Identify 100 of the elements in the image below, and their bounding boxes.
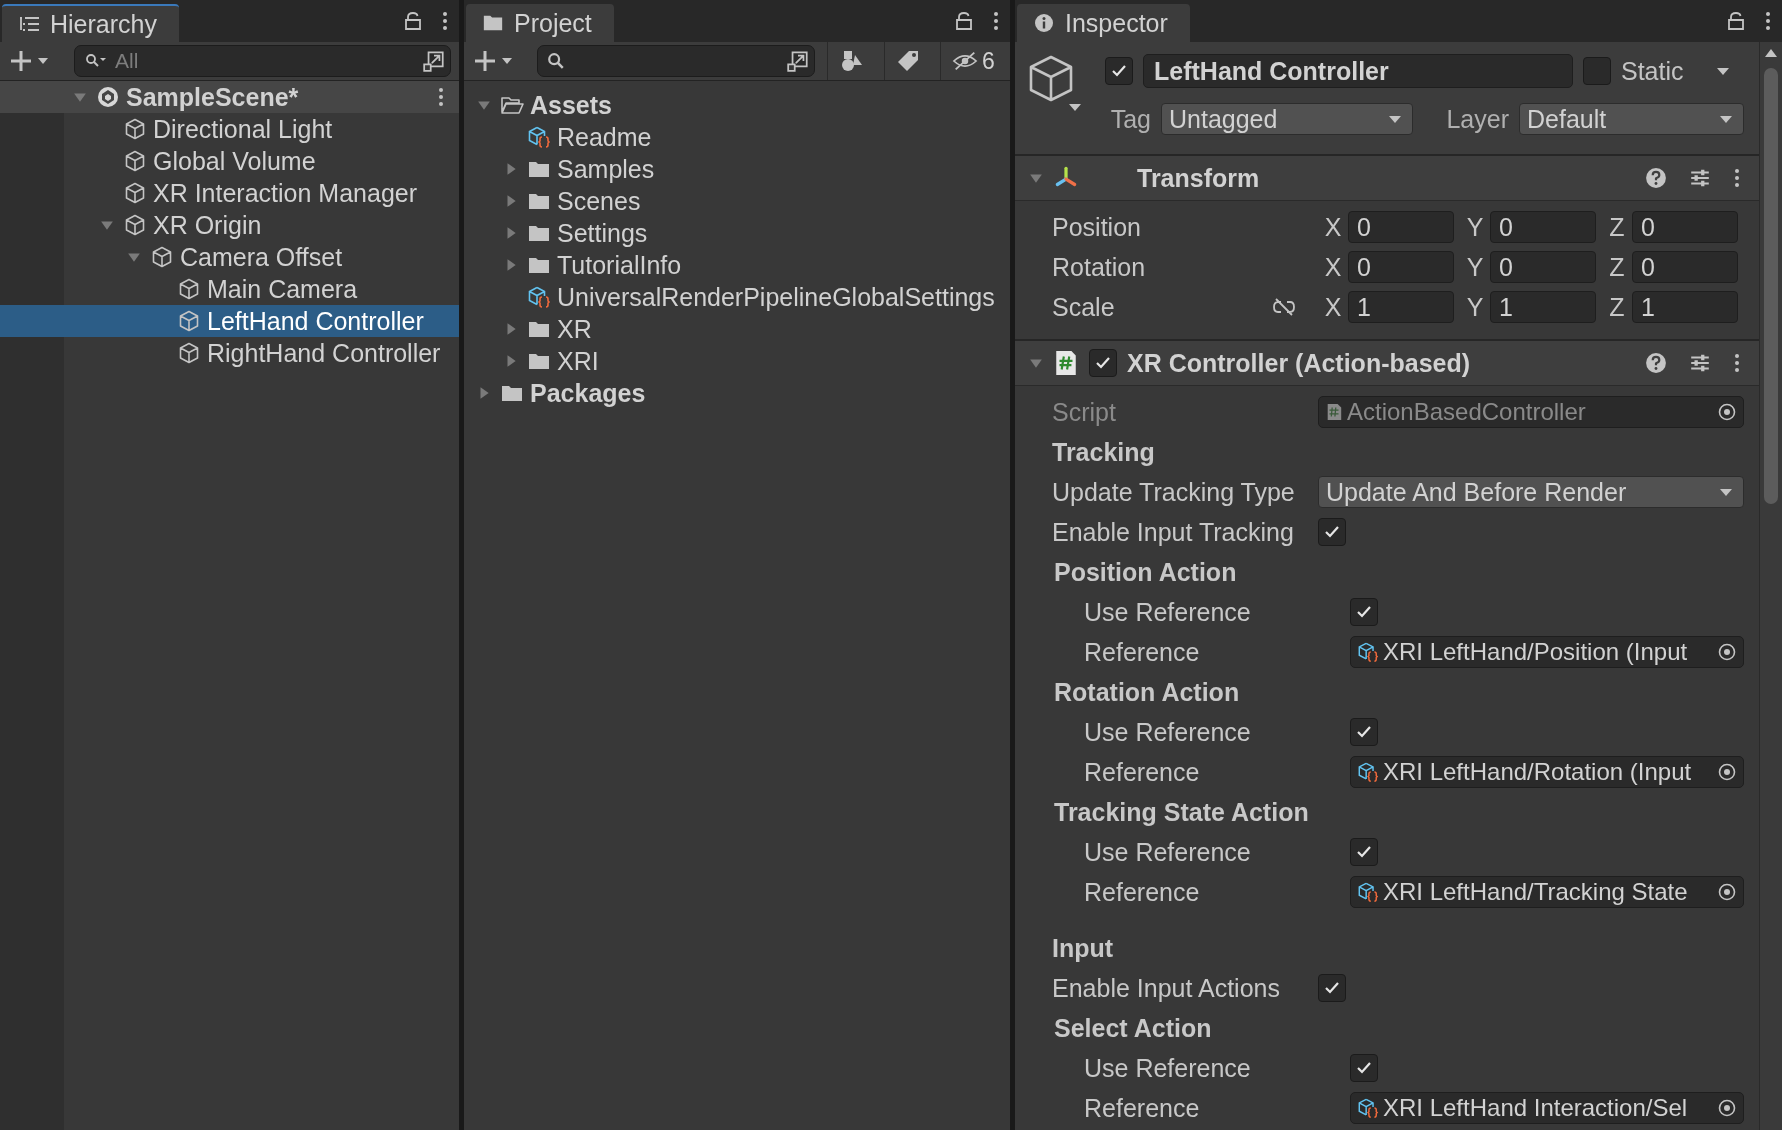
reference-field[interactable]: XRI LeftHand/Rotation (Input: [1350, 756, 1744, 788]
more-icon[interactable]: [992, 11, 1000, 31]
scene-header[interactable]: SampleScene*: [0, 81, 459, 113]
asset-icon: [1357, 761, 1379, 783]
layer-dropdown[interactable]: Default: [1519, 103, 1744, 135]
hierarchy-item[interactable]: Camera Offset: [0, 241, 459, 273]
project-item[interactable]: XRI: [464, 345, 1010, 377]
hierarchy-item[interactable]: Global Volume: [0, 145, 459, 177]
hidden-packages-button[interactable]: 6: [939, 42, 1006, 80]
object-picker-icon[interactable]: [1717, 882, 1737, 902]
project-item[interactable]: TutorialInfo: [464, 249, 1010, 281]
hierarchy-item[interactable]: XR Origin: [0, 209, 459, 241]
cube-icon: [123, 213, 147, 237]
number-field[interactable]: 1: [1490, 291, 1596, 323]
component-enabled-checkbox[interactable]: [1089, 349, 1117, 377]
hierarchy-tab[interactable]: Hierarchy: [2, 4, 179, 42]
more-icon[interactable]: [1764, 11, 1772, 31]
cube-icon: [123, 149, 147, 173]
search-field[interactable]: [537, 45, 816, 77]
checkbox[interactable]: [1350, 718, 1378, 746]
presets-icon[interactable]: [1689, 352, 1711, 374]
static-menu-caret-icon[interactable]: [1715, 66, 1730, 76]
help-icon[interactable]: [1645, 352, 1667, 374]
reference-field[interactable]: XRI LeftHand/Position (Input: [1350, 636, 1744, 668]
tag-dropdown[interactable]: Untagged: [1161, 103, 1413, 135]
asset-icon: [527, 125, 551, 149]
reference-field[interactable]: XRI LeftHand Interaction/Sel: [1350, 1092, 1744, 1124]
hierarchy-item[interactable]: LeftHand Controller: [0, 305, 459, 337]
project-item[interactable]: Assets: [464, 89, 1010, 121]
caret-icon: [1719, 114, 1733, 124]
project-item[interactable]: XR: [464, 313, 1010, 345]
number-field[interactable]: 0: [1632, 251, 1738, 283]
hierarchy-item[interactable]: Main Camera: [0, 273, 459, 305]
object-picker-icon[interactable]: [1717, 1098, 1737, 1118]
checkbox[interactable]: [1350, 1054, 1378, 1082]
more-icon[interactable]: [441, 11, 449, 31]
project-item[interactable]: Packages: [464, 377, 1010, 409]
caret-icon: [1388, 114, 1402, 124]
object-name-field[interactable]: LeftHand Controller: [1143, 54, 1573, 88]
axis-label: Z: [1608, 252, 1626, 282]
list-icon: [18, 14, 40, 34]
popout-icon[interactable]: [786, 49, 811, 73]
project-item[interactable]: Scenes: [464, 185, 1010, 217]
project-item[interactable]: Readme: [464, 121, 1010, 153]
lock-icon[interactable]: [403, 11, 423, 31]
more-icon[interactable]: [1733, 353, 1741, 373]
project-item[interactable]: UniversalRenderPipelineGlobalSettings: [464, 281, 1010, 313]
hierarchy-item[interactable]: Directional Light: [0, 113, 459, 145]
scrollbar-thumb[interactable]: [1764, 68, 1778, 504]
number-field[interactable]: 0: [1490, 251, 1596, 283]
help-icon[interactable]: [1645, 167, 1667, 189]
info-icon: [1033, 13, 1055, 33]
project-item[interactable]: Settings: [464, 217, 1010, 249]
cube-icon: [177, 309, 201, 333]
more-icon[interactable]: [1733, 168, 1741, 188]
active-checkbox[interactable]: [1105, 57, 1133, 85]
component-title: XR Controller (Action-based): [1127, 348, 1471, 378]
inspector-tab[interactable]: Inspector: [1017, 4, 1190, 42]
asset-icon: [1357, 1097, 1379, 1119]
checkbox[interactable]: [1318, 518, 1346, 546]
lock-icon[interactable]: [1726, 11, 1746, 31]
hierarchy-item[interactable]: XR Interaction Manager: [0, 177, 459, 209]
number-field[interactable]: 0: [1490, 211, 1596, 243]
checkbox[interactable]: [1350, 838, 1378, 866]
axis-label: Y: [1465, 252, 1485, 282]
component-header[interactable]: Transform: [1015, 156, 1759, 201]
checkbox[interactable]: [1318, 974, 1346, 1002]
axis-label: X: [1323, 212, 1343, 242]
eye-slash-icon: [952, 49, 979, 73]
number-field[interactable]: 0: [1348, 251, 1454, 283]
checkbox[interactable]: [1350, 598, 1378, 626]
project-item[interactable]: Samples: [464, 153, 1010, 185]
group-header: Tracking State Action: [1053, 797, 1310, 827]
axis-label: X: [1323, 292, 1343, 322]
shapes-icon: [839, 49, 865, 73]
popout-icon[interactable]: [422, 49, 446, 73]
number-field[interactable]: 1: [1632, 291, 1738, 323]
number-field[interactable]: 0: [1632, 211, 1738, 243]
property-label: Update Tracking Type: [1052, 477, 1296, 507]
more-icon[interactable]: [437, 87, 445, 107]
asset-icon: [1357, 641, 1379, 663]
scroll-up-arrow-icon[interactable]: [1764, 48, 1778, 58]
number-field[interactable]: 0: [1348, 211, 1454, 243]
object-picker-icon[interactable]: [1717, 762, 1737, 782]
reference-field[interactable]: XRI LeftHand/Tracking State: [1350, 876, 1744, 908]
cube-icon: [177, 341, 201, 365]
hierarchy-item[interactable]: RightHand Controller: [0, 337, 459, 369]
broken-link-icon[interactable]: [1272, 297, 1296, 317]
axis-label: Z: [1608, 292, 1626, 322]
number-field[interactable]: 1: [1348, 291, 1454, 323]
static-checkbox[interactable]: [1583, 57, 1611, 85]
project-tab[interactable]: Project: [466, 4, 614, 42]
tracking-type-dropdown[interactable]: Update And Before Render: [1318, 476, 1744, 508]
lock-icon[interactable]: [954, 11, 974, 31]
component-title: Transform: [1137, 163, 1260, 193]
component-header[interactable]: XR Controller (Action-based): [1015, 341, 1759, 386]
folder-icon: [482, 13, 504, 33]
presets-icon[interactable]: [1689, 167, 1711, 189]
property-label: Reference: [1084, 757, 1201, 787]
object-picker-icon[interactable]: [1717, 642, 1737, 662]
